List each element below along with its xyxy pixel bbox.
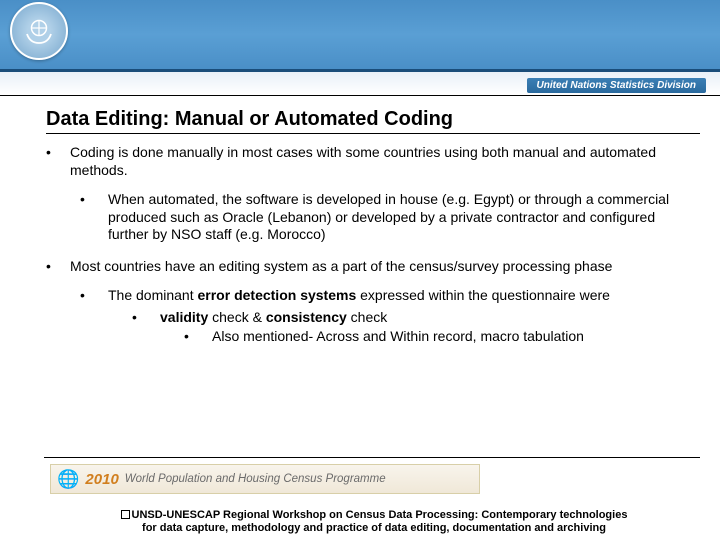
bullet-level2: • When automated, the software is develo… (80, 191, 700, 244)
box-bullet-icon (121, 510, 130, 519)
bullet-level4: • Also mentioned- Across and Within reco… (184, 328, 584, 346)
census-programme-badge: 🌐 2010 World Population and Housing Cens… (50, 464, 480, 494)
bullet-text: validity check & consistency check • Als… (160, 309, 584, 346)
text-run: The dominant (108, 287, 198, 303)
footer-line: for data capture, methodology and practi… (142, 522, 606, 534)
bullet-level3: • validity check & consistency check • A… (132, 309, 610, 346)
footer-line: UNSD-UNESCAP Regional Workshop on Census… (132, 509, 628, 521)
un-emblem-logo (10, 2, 68, 60)
bullet-text: Most countries have an editing system as… (70, 258, 612, 276)
text-run: expressed within the questionnaire were (356, 287, 610, 303)
bullet-text: Also mentioned- Across and Within record… (212, 328, 584, 346)
text-strong: validity (160, 309, 208, 325)
bullet-text: The dominant error detection systems exp… (108, 287, 610, 346)
header-banner (0, 0, 720, 72)
bullet-marker: • (132, 309, 160, 346)
census-programme-text: World Population and Housing Census Prog… (125, 473, 386, 485)
slide-title: Data Editing: Manual or Automated Coding (46, 108, 700, 134)
footer-divider (44, 457, 700, 458)
census-year: 2010 (85, 471, 118, 488)
bullet-marker: • (46, 258, 70, 276)
footer-attribution: UNSD-UNESCAP Regional Workshop on Census… (48, 509, 700, 537)
bullet-text: When automated, the software is develope… (108, 191, 694, 244)
bullet-text: Coding is done manually in most cases wi… (70, 144, 694, 179)
bullet-marker: • (46, 144, 70, 179)
bullet-level1: • Coding is done manually in most cases … (46, 144, 700, 179)
text-run: check & (208, 309, 266, 325)
globe-icon: 🌐 (57, 469, 79, 490)
text-strong: error detection systems (198, 287, 357, 303)
globe-wreath-icon (21, 13, 57, 49)
bullet-marker: • (184, 328, 212, 346)
text-strong: consistency (266, 309, 347, 325)
slide-content: Data Editing: Manual or Automated Coding… (46, 108, 700, 350)
text-run: check (347, 309, 387, 325)
bullet-level2: • The dominant error detection systems e… (80, 287, 700, 346)
bullet-level1: • Most countries have an editing system … (46, 258, 700, 276)
division-label: United Nations Statistics Division (527, 78, 706, 93)
bullet-marker: • (80, 191, 108, 244)
bullet-marker: • (80, 287, 108, 346)
